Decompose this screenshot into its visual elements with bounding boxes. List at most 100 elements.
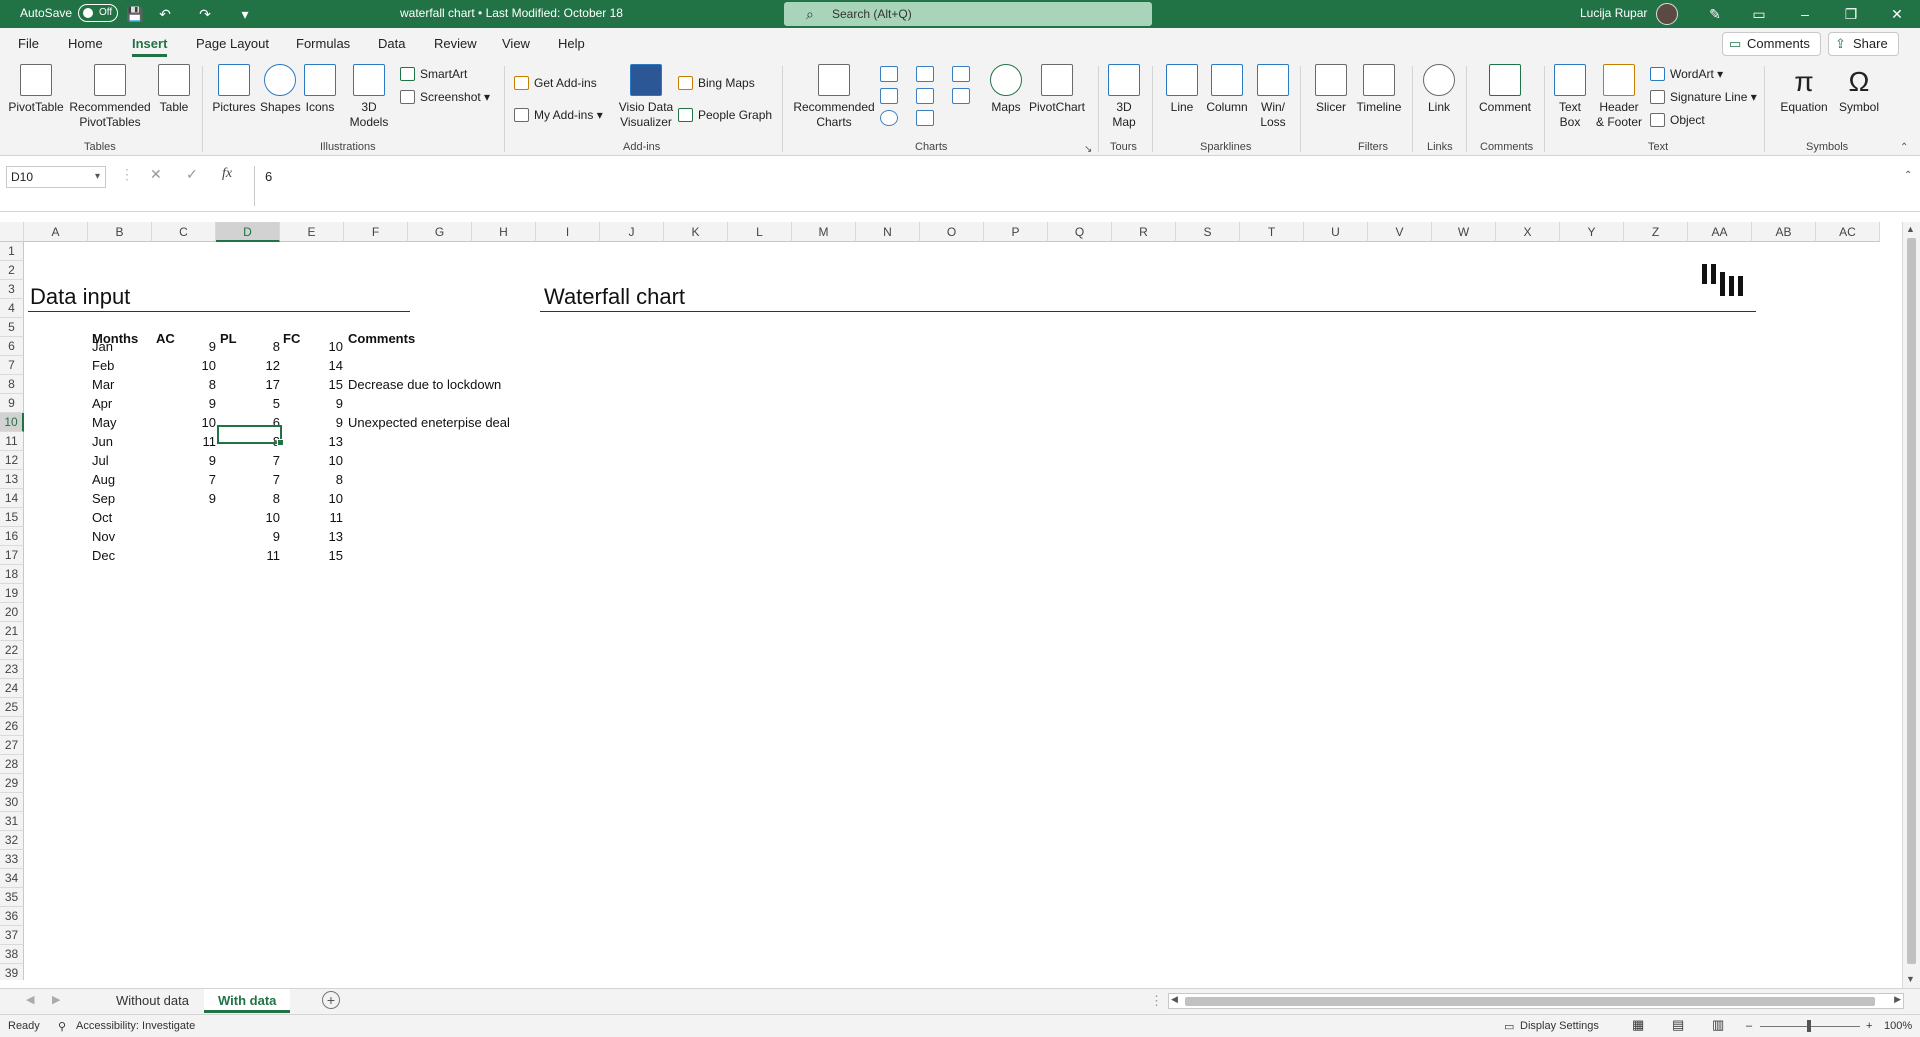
row-header-19[interactable]: 19: [0, 584, 24, 603]
column-header-x[interactable]: X: [1496, 222, 1560, 242]
name-box[interactable]: D10: [6, 166, 106, 188]
sheet-tab-with-data[interactable]: With data: [204, 989, 291, 1013]
my-addins-button[interactable]: My Add-ins ▾: [514, 107, 603, 123]
row-header-29[interactable]: 29: [0, 774, 24, 793]
waterfall-chart-title[interactable]: Waterfall chart: [544, 284, 685, 310]
column-header-h[interactable]: H: [472, 222, 536, 242]
cell-pl[interactable]: 11: [216, 548, 281, 563]
cell-ac[interactable]: 9: [152, 339, 216, 354]
accessibility-status[interactable]: Accessibility: Investigate: [76, 1020, 195, 1032]
cell-month[interactable]: Feb: [92, 358, 114, 373]
zoom-out-icon[interactable]: –: [1746, 1020, 1752, 1032]
column-header-s[interactable]: S: [1176, 222, 1240, 242]
cell-month[interactable]: Jun: [92, 434, 113, 449]
cell-fc[interactable]: 10: [279, 491, 343, 506]
tab-home[interactable]: Home: [68, 36, 103, 51]
normal-view-icon[interactable]: ▦: [1632, 1017, 1644, 1033]
share-button[interactable]: ⇪ Share: [1828, 32, 1899, 56]
row-header-24[interactable]: 24: [0, 679, 24, 698]
horizontal-scroll-thumb[interactable]: [1185, 997, 1875, 1006]
timeline-button[interactable]: Timeline: [1354, 64, 1404, 115]
user-name[interactable]: Lucija Rupar: [1580, 6, 1647, 20]
row-header-35[interactable]: 35: [0, 888, 24, 907]
row-header-38[interactable]: 38: [0, 945, 24, 964]
combo-chart-icon[interactable]: [952, 88, 970, 104]
cell-fc[interactable]: 14: [279, 358, 343, 373]
split-handle-icon[interactable]: ⋮: [1150, 993, 1163, 1009]
row-header-31[interactable]: 31: [0, 812, 24, 831]
cell-month[interactable]: Sep: [92, 491, 115, 506]
zoom-level[interactable]: 100%: [1884, 1020, 1912, 1032]
text-box-button[interactable]: Text Box: [1552, 64, 1588, 130]
column-header-q[interactable]: Q: [1048, 222, 1112, 242]
display-settings-icon[interactable]: ▭: [1504, 1020, 1514, 1033]
row-header-26[interactable]: 26: [0, 717, 24, 736]
column-header-f[interactable]: F: [344, 222, 408, 242]
get-addins-button[interactable]: Get Add-ins: [514, 75, 597, 91]
column-header-z[interactable]: Z: [1624, 222, 1688, 242]
cell-pl[interactable]: 10: [216, 510, 280, 525]
column-header-m[interactable]: M: [792, 222, 856, 242]
cell-ac[interactable]: 7: [152, 472, 216, 487]
cell-month[interactable]: Oct: [92, 510, 112, 525]
cell-month[interactable]: Apr: [92, 396, 112, 411]
cell-ac[interactable]: 9: [152, 491, 216, 506]
cell-fc[interactable]: 9: [279, 415, 343, 430]
save-icon[interactable]: 💾: [126, 5, 144, 23]
cell-fc[interactable]: 9: [279, 396, 343, 411]
minimize-icon[interactable]: –: [1796, 5, 1814, 23]
row-header-9[interactable]: 9: [0, 394, 24, 413]
cell-ac[interactable]: 8: [152, 377, 216, 392]
line-chart-icon[interactable]: [880, 88, 898, 104]
row-header-22[interactable]: 22: [0, 641, 24, 660]
confirm-entry-icon[interactable]: ✓: [186, 166, 198, 183]
tab-formulas[interactable]: Formulas: [296, 36, 350, 51]
column-header-e[interactable]: E: [280, 222, 344, 242]
customize-toolbar-icon[interactable]: ▾: [236, 5, 254, 23]
column-header-a[interactable]: A: [24, 222, 88, 242]
column-chart-icon[interactable]: [880, 66, 898, 82]
collapse-ribbon-icon[interactable]: ⌃: [1900, 142, 1908, 153]
cell-fc[interactable]: 8: [279, 472, 343, 487]
visio-data-visualizer-button[interactable]: Visio Data Visualizer: [618, 64, 674, 130]
pen-icon[interactable]: ✎: [1706, 5, 1724, 23]
row-header-8[interactable]: 8: [0, 375, 24, 394]
row-header-36[interactable]: 36: [0, 907, 24, 926]
zoom-slider-thumb[interactable]: [1807, 1020, 1811, 1032]
redo-icon[interactable]: ↷: [196, 5, 214, 23]
column-header-g[interactable]: G: [408, 222, 472, 242]
object-button[interactable]: Object: [1650, 112, 1705, 128]
comments-button[interactable]: ▭ Comments: [1722, 32, 1821, 56]
cell-fc[interactable]: 15: [279, 548, 343, 563]
autosave-toggle[interactable]: Off: [78, 4, 118, 22]
scroll-up-icon[interactable]: ▲: [1906, 224, 1915, 234]
column-header-v[interactable]: V: [1368, 222, 1432, 242]
tab-page-layout[interactable]: Page Layout: [196, 36, 269, 51]
cell-fc[interactable]: 13: [279, 529, 343, 544]
select-all-corner[interactable]: [0, 222, 24, 242]
sparkline-winloss-button[interactable]: Win/ Loss: [1254, 64, 1292, 130]
sparkline-line-button[interactable]: Line: [1164, 64, 1200, 115]
row-header-5[interactable]: 5: [0, 318, 24, 337]
search-box[interactable]: ⌕ Search (Alt+Q): [784, 2, 1152, 26]
column-header-l[interactable]: L: [728, 222, 792, 242]
pivottable-button[interactable]: PivotTable: [8, 64, 64, 115]
cell-fc[interactable]: 15: [279, 377, 343, 392]
expand-formula-bar-icon[interactable]: ⌃: [1904, 170, 1912, 181]
statistic-chart-icon[interactable]: [916, 88, 934, 104]
cell-month[interactable]: Jan: [92, 339, 113, 354]
pictures-button[interactable]: Pictures: [210, 64, 258, 115]
signature-line-button[interactable]: Signature Line ▾: [1650, 89, 1757, 105]
add-sheet-icon[interactable]: +: [322, 991, 340, 1009]
row-header-2[interactable]: 2: [0, 261, 24, 280]
row-header-20[interactable]: 20: [0, 603, 24, 622]
scroll-left-icon[interactable]: ◀: [1171, 994, 1178, 1005]
cell-comment[interactable]: Decrease due to lockdown: [348, 377, 501, 392]
waterfall-chart-icon[interactable]: [952, 66, 970, 82]
scatter-chart-icon[interactable]: [916, 110, 934, 126]
tab-file[interactable]: File: [18, 36, 39, 51]
header-comments[interactable]: Comments: [348, 331, 415, 346]
wordart-button[interactable]: WordArt ▾: [1650, 66, 1723, 82]
icons-button[interactable]: Icons: [302, 64, 338, 115]
row-header-15[interactable]: 15: [0, 508, 24, 527]
